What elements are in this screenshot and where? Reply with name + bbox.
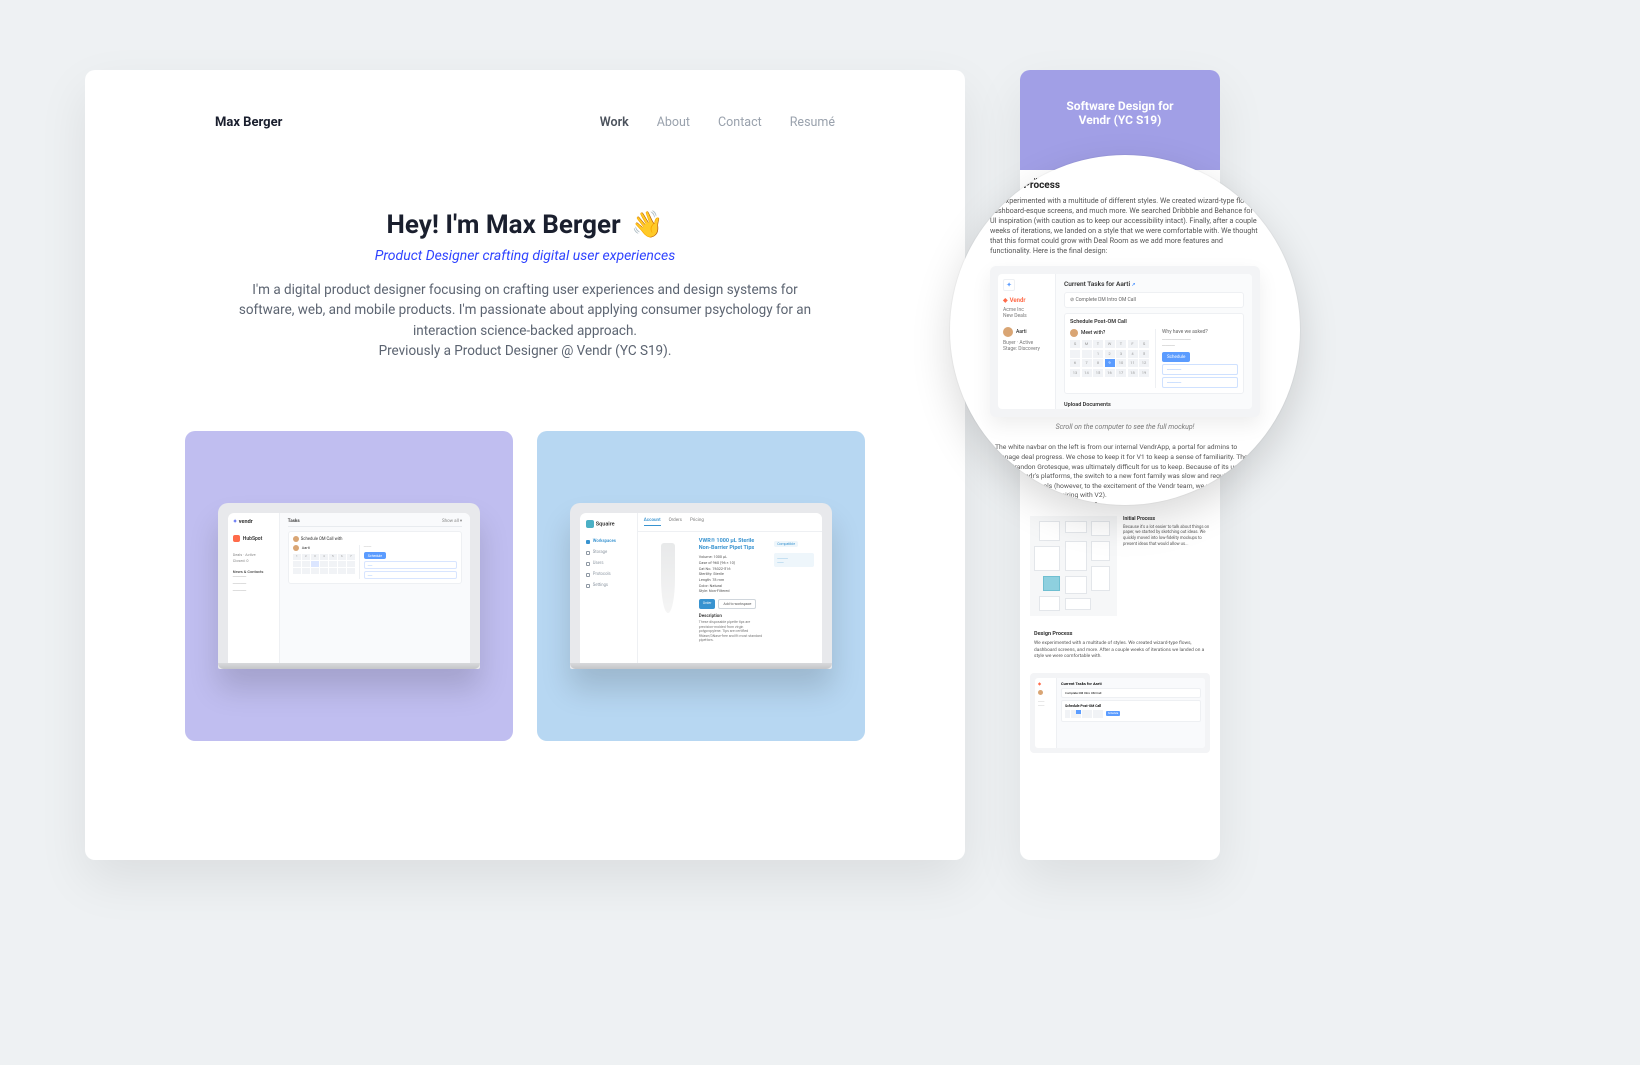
nav-link-work[interactable]: Work bbox=[600, 115, 629, 130]
logo[interactable]: Max Berger bbox=[215, 115, 282, 130]
laptop-mockup: ✦ vendr HubSpot Deals · ActiveClosed: 0 … bbox=[218, 503, 480, 669]
hero-subtitle: Product Designer crafting digital user e… bbox=[235, 248, 815, 264]
hero: Hey! I'm Max Berger 👋 Product Designer c… bbox=[85, 130, 965, 361]
nav-link-resume[interactable]: Resumé bbox=[790, 115, 835, 130]
laptop-mockup: Squaire Workspaces Storage Users Protoco… bbox=[570, 503, 832, 669]
top-nav: Max Berger Work About Contact Resumé bbox=[85, 70, 965, 130]
product-image bbox=[646, 538, 691, 618]
hero-title: Hey! I'm Max Berger 👋 bbox=[235, 210, 815, 240]
lens-paragraph: We experimented with a multitude of diff… bbox=[990, 196, 1260, 256]
lens-laptop: ✦ Vendr Acme IncNew Deals Aarti Buyer · … bbox=[990, 266, 1260, 417]
project-tiles: ✦ vendr HubSpot Deals · ActiveClosed: 0 … bbox=[85, 361, 965, 741]
wireframe-map bbox=[1030, 516, 1117, 616]
wave-icon: 👋 bbox=[631, 210, 663, 240]
nav-link-about[interactable]: About bbox=[657, 115, 690, 130]
nav-links: Work About Contact Resumé bbox=[600, 115, 835, 130]
screen: Squaire Workspaces Storage Users Protoco… bbox=[580, 513, 822, 663]
screen: ✦ vendr HubSpot Deals · ActiveClosed: 0 … bbox=[228, 513, 470, 663]
project-tile-squaire[interactable]: Squaire Workspaces Storage Users Protoco… bbox=[537, 431, 865, 741]
hero-body: I'm a digital product designer focusing … bbox=[235, 280, 815, 361]
project-tile-vendr[interactable]: ✦ vendr HubSpot Deals · ActiveClosed: 0 … bbox=[185, 431, 513, 741]
magnifier-lens: Design Process We experimented with a mu… bbox=[950, 155, 1300, 505]
nav-link-contact[interactable]: Contact bbox=[718, 115, 762, 130]
portfolio-card: Max Berger Work About Contact Resumé Hey… bbox=[85, 70, 965, 860]
lens-caption: Scroll on the computer to see the full m… bbox=[990, 423, 1260, 431]
